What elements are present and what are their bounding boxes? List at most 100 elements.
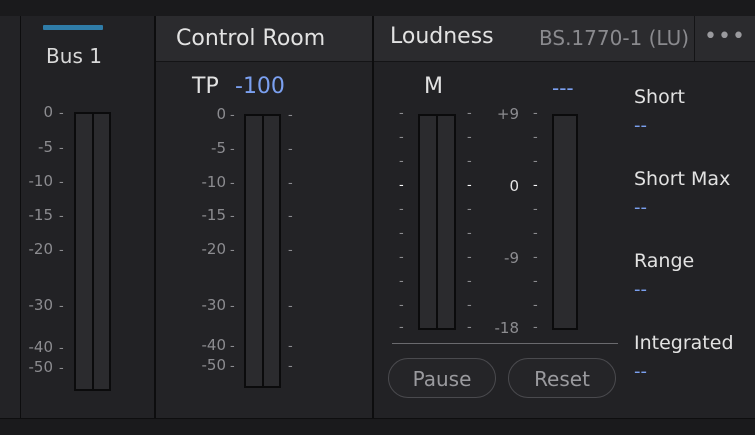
lu-scale-zero: 0 — [509, 177, 519, 195]
bus-scale-0: 0 — [43, 103, 53, 121]
cr-scale-0: 0 — [216, 105, 226, 123]
lu-dash: - — [467, 202, 472, 217]
loudness-title: Loudness — [390, 24, 494, 49]
cr-dash: - — [230, 176, 235, 191]
lu-dash: - — [399, 274, 404, 289]
cr-dash: - — [230, 339, 235, 354]
stat-range-label: Range — [634, 250, 695, 272]
cr-dash: - — [230, 142, 235, 157]
lu-dash: - — [467, 178, 472, 193]
lu-dash: - — [467, 250, 472, 265]
bus-dash: - — [59, 141, 64, 156]
bus-scale-4: -20 — [28, 240, 54, 258]
cr-meter-left — [244, 114, 264, 388]
cr-meter-right — [262, 114, 281, 388]
lu-dash: - — [533, 178, 538, 193]
reset-button[interactable]: Reset — [508, 358, 616, 398]
momentary-meter-right — [436, 114, 456, 330]
lu-dash: - — [399, 202, 404, 217]
bus-color-bar — [43, 25, 103, 30]
controls-divider — [392, 343, 618, 344]
lu-dash: - — [467, 154, 472, 169]
lu-dash: - — [399, 298, 404, 313]
cr-dash: - — [230, 359, 235, 374]
momentary-value: --- — [552, 76, 574, 100]
cr-scale-2: -10 — [201, 173, 227, 191]
bus-scale-5: -30 — [28, 296, 54, 314]
cr-dash: - — [288, 243, 293, 258]
lu-dash: - — [533, 298, 538, 313]
bus-scale-7: -50 — [28, 358, 54, 376]
cr-dash: - — [288, 299, 293, 314]
lu-dash: - — [533, 130, 538, 145]
stat-integrated-label: Integrated — [634, 332, 734, 354]
bus-dash: - — [59, 299, 64, 314]
bus-meter-left — [74, 112, 94, 391]
stat-short-value: -- — [634, 115, 647, 136]
cr-dash: - — [230, 299, 235, 314]
stat-integrated-value: -- — [634, 361, 647, 382]
lu-dash: - — [399, 154, 404, 169]
control-room-header: Control Room — [156, 16, 372, 62]
lu-dash: - — [533, 154, 538, 169]
lu-dash: - — [533, 320, 538, 335]
cr-scale-1: -5 — [211, 139, 226, 157]
lu-scale-minus9: -9 — [504, 249, 519, 267]
stat-short-max-label: Short Max — [634, 168, 731, 190]
cr-scale-6: -40 — [201, 336, 227, 354]
more-options-icon[interactable]: ••• — [704, 24, 746, 49]
lu-dash: - — [467, 106, 472, 121]
bus-dash: - — [59, 106, 64, 121]
bus-scale-3: -15 — [28, 206, 54, 224]
bus-title: Bus 1 — [46, 44, 102, 68]
cr-dash: - — [230, 209, 235, 224]
lu-dash: - — [399, 178, 404, 193]
cr-dash: - — [288, 142, 293, 157]
lu-dash: - — [467, 226, 472, 241]
control-room-title: Control Room — [176, 26, 326, 51]
lu-scale-minus18: -18 — [494, 319, 520, 337]
stat-short-label: Short — [634, 86, 685, 108]
lu-dash: - — [399, 320, 404, 335]
bus-scale-2: -10 — [28, 172, 54, 190]
cr-scale-3: -15 — [201, 206, 227, 224]
bus-dash: - — [59, 361, 64, 376]
lu-dash: - — [533, 202, 538, 217]
lu-dash: - — [533, 250, 538, 265]
lu-scale-plus9: +9 — [496, 105, 519, 123]
cr-dash: - — [288, 108, 293, 123]
lu-dash: - — [399, 250, 404, 265]
bus-dash: - — [59, 341, 64, 356]
cr-dash: - — [288, 176, 293, 191]
cr-scale-4: -20 — [201, 240, 227, 258]
bus-dash: - — [59, 209, 64, 224]
bus-dash: - — [59, 175, 64, 190]
bus-dash: - — [59, 243, 64, 258]
lu-dash: - — [399, 226, 404, 241]
lu-dash: - — [467, 274, 472, 289]
lu-dash: - — [533, 274, 538, 289]
cr-scale-7: -50 — [201, 356, 227, 374]
loudness-standard[interactable]: BS.1770-1 (LU) — [539, 26, 689, 50]
top-bar — [0, 0, 755, 17]
lu-dash: - — [533, 226, 538, 241]
lu-dash: - — [399, 130, 404, 145]
bus-meter-right — [92, 112, 111, 391]
bus-scale-6: -40 — [28, 338, 54, 356]
true-peak-value: -100 — [235, 74, 285, 99]
lu-dash: - — [467, 130, 472, 145]
true-peak-label: TP — [192, 74, 219, 99]
lu-dash: - — [467, 320, 472, 335]
pause-button[interactable]: Pause — [388, 358, 496, 398]
cr-dash: - — [288, 209, 293, 224]
header-separator — [694, 16, 695, 61]
bus-scale-1: -5 — [38, 138, 53, 156]
momentary-label: M — [424, 74, 443, 99]
cr-dash: - — [288, 359, 293, 374]
cr-dash: - — [230, 108, 235, 123]
loudness-header: Loudness BS.1770-1 (LU) ••• — [374, 16, 755, 62]
lu-dash: - — [467, 298, 472, 313]
stat-short-max-value: -- — [634, 197, 647, 218]
short-term-meter — [552, 114, 578, 330]
momentary-meter-left — [418, 114, 438, 330]
